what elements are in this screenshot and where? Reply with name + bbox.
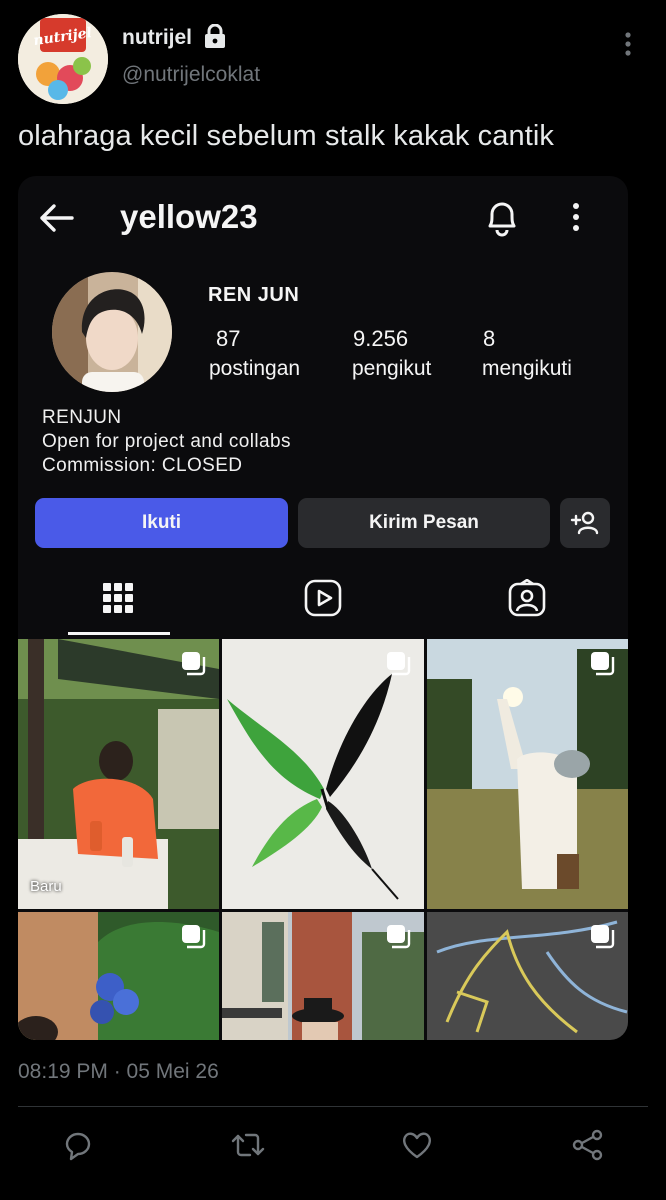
nutrijel-logo-image: nutrijel: [18, 14, 108, 104]
reels-icon: [303, 578, 343, 618]
back-arrow-icon: [36, 198, 76, 243]
multiple-photos-icon: [181, 651, 207, 677]
tweet-text: olahraga kecil sebelum stalk kakak canti…: [18, 120, 555, 152]
more-vertical-icon[interactable]: [620, 30, 636, 63]
display-name[interactable]: nutrijel: [122, 26, 192, 50]
profile-avatar: [52, 272, 172, 392]
grid-post-painting: [222, 639, 424, 909]
author-avatar[interactable]: nutrijel: [18, 14, 108, 104]
active-tab-indicator: [68, 632, 170, 635]
new-post-badge: Baru: [30, 878, 62, 895]
profile-username: yellow23: [120, 198, 258, 235]
grid-post-photo: [222, 912, 424, 1040]
tagged-icon: [507, 578, 547, 618]
lock-icon: [203, 23, 227, 55]
multiple-photos-icon: [590, 651, 616, 677]
profile-bio: RENJUN Open for project and collabs Comm…: [42, 406, 291, 478]
retweet-icon[interactable]: [230, 1128, 265, 1162]
follow-button: Ikuti: [35, 498, 288, 548]
posts-label: postingan: [209, 357, 301, 380]
like-icon[interactable]: [400, 1128, 434, 1162]
grid-post-photo: Baru: [18, 639, 219, 909]
message-button: Kirim Pesan: [298, 498, 550, 548]
bell-icon: [482, 196, 522, 243]
following-count: 8: [483, 326, 496, 351]
tweet-timestamp[interactable]: 08:19 PM · 05 Mei 26: [18, 1060, 219, 1084]
posts-count: 87: [216, 326, 241, 351]
profile-more-icon: [570, 202, 582, 237]
grid-icon: [98, 578, 138, 618]
following-label: mengikuti: [482, 357, 572, 380]
grid-post-photo: [427, 639, 628, 909]
multiple-photos-icon: [181, 924, 207, 950]
attached-image-card[interactable]: yellow23 REN JUN 87 postingan 9.256 peng…: [18, 176, 628, 1040]
divider: [18, 1106, 648, 1107]
followers-count: 9.256: [353, 326, 409, 351]
grid-post-photo: [18, 912, 219, 1040]
author-handle[interactable]: @nutrijelcoklat: [122, 63, 260, 87]
bio-line: RENJUN: [42, 407, 122, 428]
multiple-photos-icon: [590, 924, 616, 950]
add-person-icon: [560, 498, 610, 548]
grid-post-chalk: [427, 912, 628, 1040]
followers-label: pengikut: [352, 357, 432, 380]
multiple-photos-icon: [386, 924, 412, 950]
multiple-photos-icon: [386, 651, 412, 677]
reply-icon[interactable]: [61, 1128, 95, 1162]
bio-line: Open for project and collabs: [42, 431, 291, 452]
share-icon[interactable]: [571, 1128, 605, 1162]
profile-full-name: REN JUN: [208, 284, 300, 306]
bio-line: Commission: CLOSED: [42, 455, 243, 476]
